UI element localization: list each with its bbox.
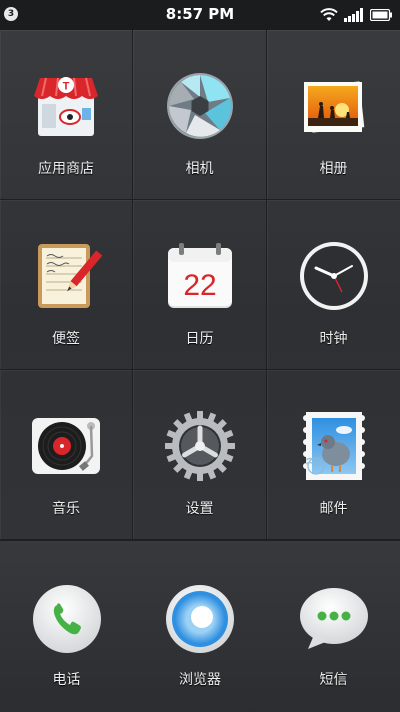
- clock-shortcut[interactable]: 时钟: [267, 200, 400, 370]
- app-label: 电话: [52, 672, 81, 688]
- app-store-shortcut[interactable]: T 应用商店: [0, 30, 133, 200]
- app-label: 日历: [185, 331, 214, 347]
- calendar-icon: 22: [167, 243, 232, 308]
- calendar-shortcut[interactable]: 22 日历: [133, 200, 267, 370]
- music-shortcut[interactable]: 音乐: [0, 370, 133, 540]
- battery-icon: [370, 9, 392, 21]
- clock-icon: [299, 242, 368, 310]
- app-label: 相机: [185, 161, 214, 177]
- phone-icon: [32, 585, 101, 653]
- settings-shortcut[interactable]: 设置: [133, 370, 267, 540]
- gallery-icon: [303, 81, 364, 133]
- status-icons: [320, 6, 392, 24]
- mail-icon: [302, 412, 365, 480]
- app-label: 浏览器: [179, 672, 221, 688]
- dock: 电话 浏览器 短信: [0, 540, 400, 712]
- svg-text:T: T: [63, 81, 70, 93]
- app-grid: T 应用商店 相机 相册 便签 22 日历 时钟 音乐 设置 邮件: [0, 30, 400, 540]
- camera-shortcut[interactable]: 相机: [133, 30, 267, 200]
- phone-shortcut[interactable]: 电话: [0, 541, 133, 712]
- wifi-icon: [320, 8, 338, 21]
- app-label: 便签: [52, 331, 80, 347]
- app-label: 应用商店: [38, 161, 94, 177]
- messages-shortcut[interactable]: 短信: [267, 541, 400, 712]
- app-store-icon: T: [34, 77, 98, 136]
- app-label: 短信: [319, 672, 348, 688]
- gallery-shortcut[interactable]: 相册: [267, 30, 400, 200]
- app-label: 相册: [319, 161, 348, 177]
- notes-shortcut[interactable]: 便签: [0, 200, 133, 370]
- app-label: 邮件: [319, 501, 348, 517]
- music-icon: [32, 418, 100, 474]
- app-label: 音乐: [52, 501, 80, 517]
- notes-icon: [38, 244, 102, 308]
- messages-icon: [299, 588, 368, 649]
- mail-shortcut[interactable]: 邮件: [267, 370, 400, 540]
- settings-icon: [163, 410, 236, 482]
- browser-shortcut[interactable]: 浏览器: [133, 541, 267, 712]
- app-label: 设置: [185, 501, 214, 517]
- camera-icon: [166, 73, 233, 139]
- signal-icon: [344, 8, 363, 22]
- status-bar: 3 8:57 PM: [0, 0, 400, 30]
- browser-icon: [166, 585, 234, 653]
- calendar-day: 22: [183, 269, 216, 302]
- app-label: 时钟: [319, 331, 348, 347]
